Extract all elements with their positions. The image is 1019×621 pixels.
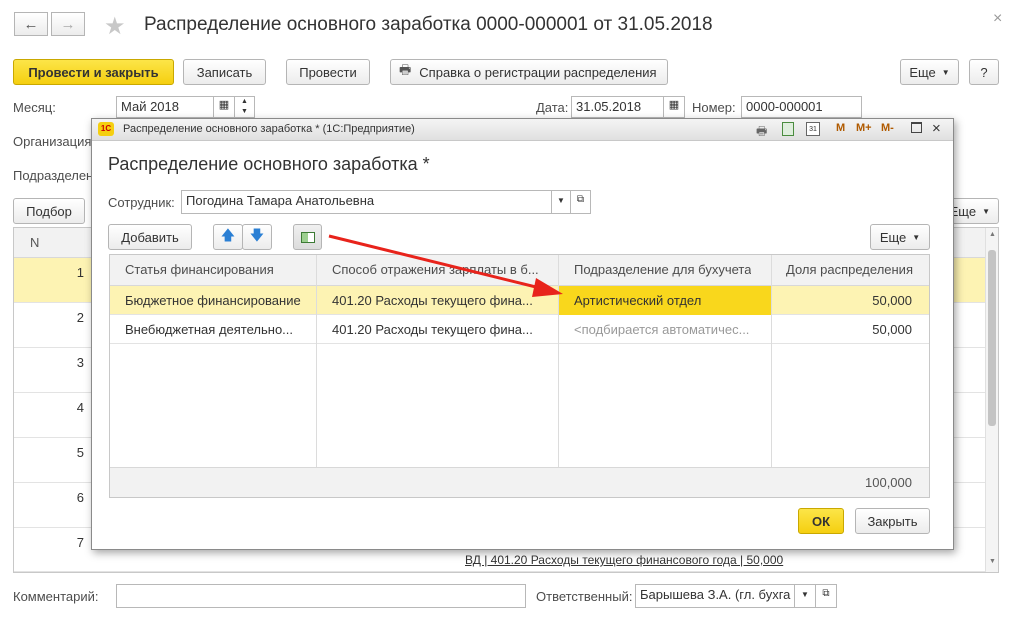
arrow-head — [532, 278, 563, 297]
annotation-arrow — [328, 234, 563, 297]
arrow-line — [328, 234, 541, 290]
